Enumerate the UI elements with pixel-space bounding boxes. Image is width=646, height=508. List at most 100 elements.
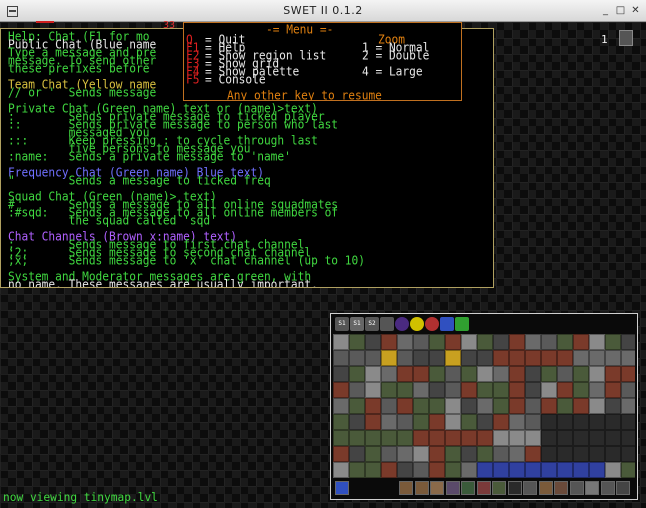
palette-tile[interactable]: [605, 462, 621, 478]
palette-tile[interactable]: [445, 414, 461, 430]
close-icon[interactable]: ✕: [630, 5, 641, 16]
palette-tile[interactable]: [381, 366, 397, 382]
palette-tile[interactable]: [349, 446, 365, 462]
palette-tile[interactable]: [493, 334, 509, 350]
menu-key[interactable]: F5: [186, 74, 199, 86]
palette-tile[interactable]: [541, 462, 557, 478]
palette-tile[interactable]: [525, 350, 541, 366]
maximize-icon[interactable]: □: [615, 5, 626, 16]
palette-tile[interactable]: [605, 414, 621, 430]
palette-special-tile[interactable]: [380, 317, 394, 331]
palette-tile[interactable]: [573, 414, 589, 430]
palette-tile[interactable]: [461, 334, 477, 350]
palette-tile[interactable]: [381, 382, 397, 398]
palette-special-tile[interactable]: [395, 317, 409, 331]
palette-tile[interactable]: [413, 366, 429, 382]
palette-tile[interactable]: [477, 382, 493, 398]
palette-special-tile[interactable]: [425, 317, 439, 331]
palette-tile[interactable]: [397, 446, 413, 462]
palette-tile[interactable]: [333, 414, 349, 430]
palette-tile[interactable]: [477, 446, 493, 462]
palette-tile[interactable]: [605, 446, 621, 462]
palette-tile[interactable]: [397, 366, 413, 382]
palette-tile[interactable]: [557, 398, 573, 414]
palette-tile[interactable]: [445, 430, 461, 446]
palette-tile[interactable]: [445, 398, 461, 414]
palette-tile[interactable]: [621, 398, 635, 414]
palette-tile[interactable]: [429, 446, 445, 462]
palette-object-tile[interactable]: [523, 481, 537, 495]
palette-tile[interactable]: [349, 462, 365, 478]
palette-tile[interactable]: [365, 334, 381, 350]
zoom-option[interactable]: 4 = Large: [362, 66, 423, 78]
palette-tile[interactable]: [477, 398, 493, 414]
palette-tile[interactable]: [493, 382, 509, 398]
palette-tile[interactable]: [349, 414, 365, 430]
palette-tile[interactable]: [557, 366, 573, 382]
palette-tile[interactable]: [461, 446, 477, 462]
palette-tile[interactable]: [397, 430, 413, 446]
palette-tile[interactable]: [525, 462, 541, 478]
palette-object-tile[interactable]: [430, 481, 444, 495]
palette-object-tile[interactable]: [335, 481, 349, 495]
palette-tile[interactable]: [621, 334, 635, 350]
palette-tile[interactable]: [573, 382, 589, 398]
palette-tile[interactable]: [573, 398, 589, 414]
palette-object-tile[interactable]: [476, 481, 491, 495]
palette-tile[interactable]: [477, 414, 493, 430]
palette-tile[interactable]: [429, 430, 445, 446]
palette-tile[interactable]: [333, 334, 349, 350]
palette-tile[interactable]: [525, 446, 541, 462]
tile-palette[interactable]: S1 S1 S2: [330, 313, 638, 500]
palette-tile[interactable]: [461, 414, 477, 430]
palette-tile[interactable]: [333, 398, 349, 414]
palette-tile[interactable]: [509, 398, 525, 414]
palette-tile[interactable]: [525, 382, 541, 398]
palette-tile[interactable]: [589, 462, 605, 478]
palette-tile[interactable]: [429, 334, 445, 350]
palette-object-tile[interactable]: [445, 481, 460, 495]
palette-tile[interactable]: [333, 462, 349, 478]
palette-tile[interactable]: [509, 366, 525, 382]
palette-tile[interactable]: [445, 350, 461, 366]
palette-tile[interactable]: [525, 430, 541, 446]
palette-tile[interactable]: [493, 462, 509, 478]
palette-tile[interactable]: [525, 366, 541, 382]
palette-tile[interactable]: [333, 430, 349, 446]
palette-tile[interactable]: [589, 382, 605, 398]
palette-tile[interactable]: [333, 350, 349, 366]
palette-tile[interactable]: [413, 398, 429, 414]
palette-tile[interactable]: [461, 430, 477, 446]
palette-tile[interactable]: [461, 366, 477, 382]
palette-tile[interactable]: [477, 334, 493, 350]
palette-tile[interactable]: [429, 462, 445, 478]
palette-tile[interactable]: [333, 382, 349, 398]
palette-tile[interactable]: [589, 366, 605, 382]
palette-tile[interactable]: [461, 350, 477, 366]
palette-tile[interactable]: [509, 430, 525, 446]
title-bar[interactable]: SWET II 0.1.2 _ □ ✕: [0, 0, 646, 22]
palette-tile[interactable]: [525, 414, 541, 430]
palette-tile[interactable]: [349, 430, 365, 446]
palette-tile[interactable]: [381, 334, 397, 350]
palette-tile[interactable]: [541, 334, 557, 350]
palette-tile[interactable]: [493, 366, 509, 382]
palette-object-tile[interactable]: [616, 481, 630, 495]
palette-tile[interactable]: [397, 334, 413, 350]
palette-tile[interactable]: [365, 350, 381, 366]
palette-tile[interactable]: [397, 414, 413, 430]
palette-tile[interactable]: [493, 398, 509, 414]
palette-tile[interactable]: [573, 366, 589, 382]
palette-tile[interactable]: [541, 446, 557, 462]
palette-tile[interactable]: [541, 350, 557, 366]
palette-tile[interactable]: [605, 398, 621, 414]
palette-tile-grid[interactable]: [333, 334, 635, 478]
palette-tile[interactable]: [349, 334, 365, 350]
palette-object-tile[interactable]: [554, 481, 568, 495]
palette-tile[interactable]: [349, 366, 365, 382]
palette-object-tile[interactable]: [600, 481, 615, 495]
palette-tile[interactable]: [333, 446, 349, 462]
palette-tile[interactable]: [493, 414, 509, 430]
palette-tile[interactable]: [349, 398, 365, 414]
palette-tile[interactable]: [589, 414, 605, 430]
